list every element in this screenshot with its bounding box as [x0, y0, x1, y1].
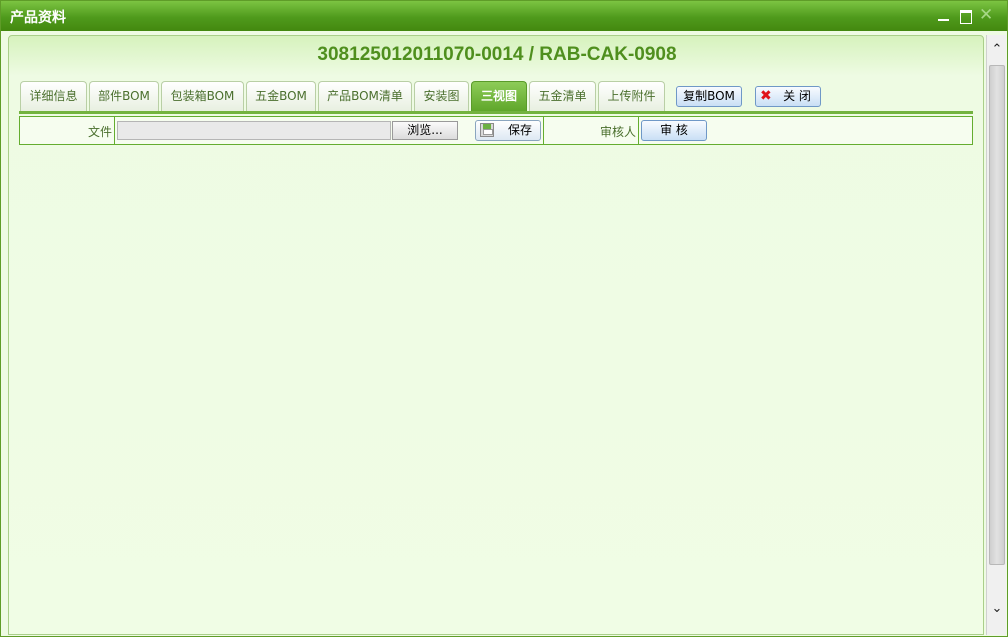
close-button-label: 关 闭: [783, 89, 811, 103]
tab-three-view[interactable]: 三视图: [471, 81, 527, 112]
page-title: 308125012011070-0014 / RAB-CAK-0908: [317, 44, 677, 65]
tab-underline: [19, 111, 973, 114]
content-panel: 308125012011070-0014 / RAB-CAK-0908 详细信息…: [8, 35, 984, 635]
chevron-down-icon[interactable]: ⌄: [990, 602, 1004, 616]
divider: [114, 117, 115, 144]
tab-upload-attachment[interactable]: 上传附件: [598, 81, 665, 112]
close-icon[interactable]: ✕: [979, 7, 993, 24]
reviewer-label: 审核人: [599, 125, 636, 139]
tab-details[interactable]: 详细信息: [20, 81, 87, 112]
copy-bom-button[interactable]: 复制BOM: [676, 86, 742, 107]
tab-hardware-list[interactable]: 五金清单: [529, 81, 596, 112]
tab-install-drawing[interactable]: 安装图: [414, 81, 469, 112]
file-label: 文件: [87, 125, 112, 139]
browse-button[interactable]: 浏览...: [392, 121, 458, 140]
tab-product-bom-list[interactable]: 产品BOM清单: [318, 81, 412, 112]
file-path-field[interactable]: [117, 121, 391, 140]
close-button[interactable]: ✖ 关 闭: [755, 86, 821, 107]
tab-packing-bom[interactable]: 包装箱BOM: [161, 81, 244, 112]
red-x-icon: ✖: [760, 88, 772, 104]
audit-button[interactable]: 审 核: [641, 120, 707, 141]
tab-hardware-bom[interactable]: 五金BOM: [246, 81, 316, 112]
chevron-up-icon[interactable]: ⌃: [990, 43, 1004, 57]
window-title: 产品资料: [10, 10, 66, 26]
divider: [638, 117, 639, 144]
vertical-scrollbar[interactable]: ⌃ ⌄: [986, 35, 1006, 635]
scroll-thumb[interactable]: [989, 65, 1005, 565]
window-titlebar[interactable]: 产品资料 ✕: [1, 1, 1007, 31]
tab-parts-bom[interactable]: 部件BOM: [89, 81, 159, 112]
save-disk-icon: [480, 123, 494, 137]
product-info-window: 产品资料 ✕ 308125012011070-0014 / RAB-CAK-09…: [0, 0, 1008, 637]
upload-form-row: 文件 浏览... 保存 审核人 审 核: [19, 116, 973, 145]
save-button-label: 保存: [507, 123, 532, 137]
maximize-icon[interactable]: [959, 9, 973, 24]
save-button[interactable]: 保存: [475, 120, 541, 141]
minimize-icon[interactable]: [937, 9, 951, 23]
divider: [543, 117, 544, 144]
